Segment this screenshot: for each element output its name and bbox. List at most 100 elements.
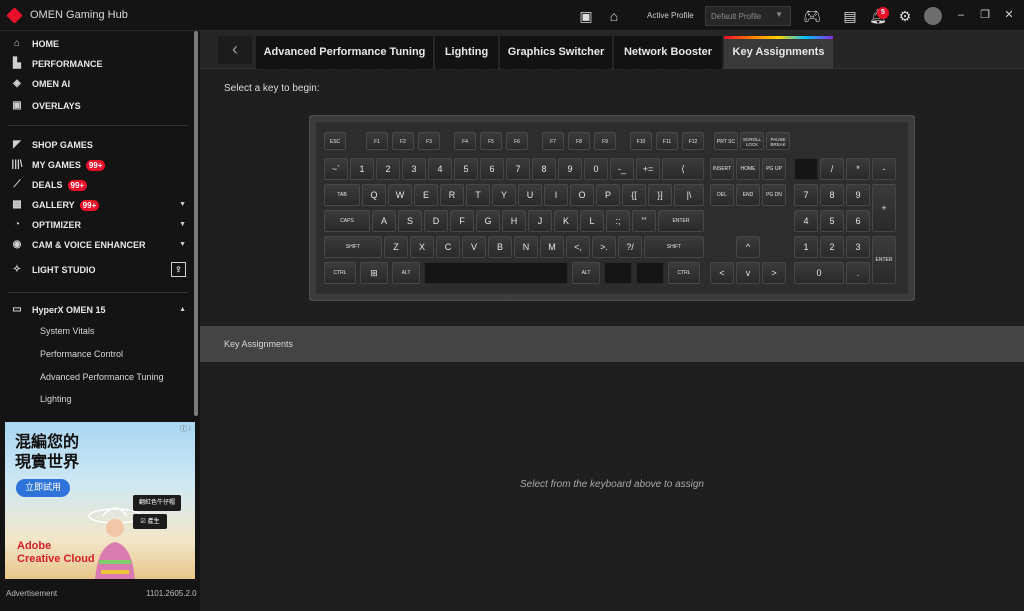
- key-pg-up[interactable]: PG UP: [762, 158, 786, 180]
- sidebar-item-deals[interactable]: ⟋ DEALS 99+: [10, 176, 190, 194]
- key-blank[interactable]: [636, 262, 664, 284]
- key-tab[interactable]: TAB: [324, 184, 360, 206]
- key-ctrl[interactable]: CTRL: [668, 262, 700, 284]
- sidebar-sub-lighting[interactable]: Lighting: [40, 394, 72, 404]
- key-4[interactable]: 4: [428, 158, 452, 180]
- key-0[interactable]: 0: [794, 262, 844, 284]
- restore-icon[interactable]: ❐: [977, 7, 993, 23]
- key--[interactable]: ^: [736, 236, 760, 258]
- key-f9[interactable]: F9: [594, 132, 616, 150]
- sidebar-device-hyperx[interactable]: ▭ HyperX OMEN 15 ▲: [10, 301, 190, 319]
- key-n[interactable]: N: [514, 236, 538, 258]
- key-alt[interactable]: ALT: [572, 262, 600, 284]
- key-v[interactable]: V: [462, 236, 486, 258]
- sidebar-item-shop-games[interactable]: ◤ SHOP GAMES: [10, 136, 190, 154]
- key--[interactable]: ~`: [324, 158, 348, 180]
- key-f12[interactable]: F12: [682, 132, 704, 150]
- key-7[interactable]: 7: [794, 184, 818, 206]
- key--[interactable]: /: [820, 158, 844, 180]
- gear-icon[interactable]: ⚙: [895, 6, 915, 26]
- sidebar-sub-performance-control[interactable]: Performance Control: [40, 349, 123, 359]
- key-pause-break[interactable]: PAUSE BREAK: [766, 132, 790, 150]
- sidebar-item-gallery[interactable]: ▩ GALLERY 99+ ▼: [10, 196, 190, 214]
- minimize-icon[interactable]: –: [953, 7, 969, 23]
- key-2[interactable]: 2: [820, 236, 844, 258]
- key-o[interactable]: O: [570, 184, 594, 206]
- key-f8[interactable]: F8: [568, 132, 590, 150]
- home-icon[interactable]: ⌂: [604, 6, 624, 26]
- key-blank[interactable]: [424, 262, 568, 284]
- key-ctrl[interactable]: CTRL: [324, 262, 356, 284]
- key-f4[interactable]: F4: [454, 132, 476, 150]
- key--[interactable]: .: [846, 262, 870, 284]
- key-f7[interactable]: F7: [542, 132, 564, 150]
- key--[interactable]: "': [632, 210, 656, 232]
- key-shift[interactable]: SHIFT: [644, 236, 704, 258]
- key--[interactable]: :;: [606, 210, 630, 232]
- key-u[interactable]: U: [518, 184, 542, 206]
- chevron-down-icon[interactable]: ▼: [179, 241, 186, 248]
- sidebar-scrollbar[interactable]: [194, 31, 198, 416]
- key-del[interactable]: DEL: [710, 184, 734, 206]
- key-f6[interactable]: F6: [506, 132, 528, 150]
- key-g[interactable]: G: [476, 210, 500, 232]
- key--[interactable]: -: [872, 158, 896, 180]
- key-t[interactable]: T: [466, 184, 490, 206]
- key-end[interactable]: END: [736, 184, 760, 206]
- key-b[interactable]: B: [488, 236, 512, 258]
- key-enter[interactable]: ENTER: [872, 236, 896, 284]
- key-f[interactable]: F: [450, 210, 474, 232]
- key-7[interactable]: 7: [506, 158, 530, 180]
- key--[interactable]: ⟨: [662, 158, 704, 180]
- key-y[interactable]: Y: [492, 184, 516, 206]
- sidebar-item-overlays[interactable]: ▣ OVERLAYS: [10, 97, 190, 115]
- key-pg-dn[interactable]: PG DN: [762, 184, 786, 206]
- key-6[interactable]: 6: [846, 210, 870, 232]
- sidebar-item-omen-ai[interactable]: ◈ OMEN AI: [10, 75, 190, 93]
- advertisement-banner[interactable]: 混編您的 現實世界 立即試用 翻紅色牛仔帽 ☑ 產生 Adobe Creativ…: [5, 422, 195, 579]
- key-2[interactable]: 2: [376, 158, 400, 180]
- key-9[interactable]: 9: [846, 184, 870, 206]
- back-button[interactable]: ‹: [218, 36, 252, 64]
- ad-info-icon[interactable]: ⓘ ⁝: [180, 424, 191, 434]
- key-x[interactable]: X: [410, 236, 434, 258]
- key-4[interactable]: 4: [794, 210, 818, 232]
- key-a[interactable]: A: [372, 210, 396, 232]
- key-z[interactable]: Z: [384, 236, 408, 258]
- key-insert[interactable]: INSERT: [710, 158, 734, 180]
- key-3[interactable]: 3: [846, 236, 870, 258]
- key--[interactable]: ?/: [618, 236, 642, 258]
- sidebar-item-optimizer[interactable]: ◔ OPTIMIZER ▼: [10, 216, 190, 234]
- key--[interactable]: ⊞: [360, 262, 388, 284]
- key--[interactable]: <: [710, 262, 734, 284]
- sidebar-sub-system-vitals[interactable]: System Vitals: [40, 326, 94, 336]
- key-8[interactable]: 8: [532, 158, 556, 180]
- key--[interactable]: >: [762, 262, 786, 284]
- tab-network-booster[interactable]: Network Booster: [614, 36, 722, 69]
- key--[interactable]: |\: [674, 184, 704, 206]
- key-5[interactable]: 5: [820, 210, 844, 232]
- key-e[interactable]: E: [414, 184, 438, 206]
- key-k[interactable]: K: [554, 210, 578, 232]
- key-f5[interactable]: F5: [480, 132, 502, 150]
- key-home[interactable]: HOME: [736, 158, 760, 180]
- key-blank[interactable]: [604, 262, 632, 284]
- chevron-down-icon[interactable]: ▼: [179, 221, 186, 228]
- key-c[interactable]: C: [436, 236, 460, 258]
- open-external-icon[interactable]: ⇪: [171, 262, 186, 277]
- key-9[interactable]: 9: [558, 158, 582, 180]
- key-alt[interactable]: ALT: [392, 262, 420, 284]
- key-caps[interactable]: CAPS: [324, 210, 370, 232]
- key-j[interactable]: J: [528, 210, 552, 232]
- library-icon[interactable]: ▣: [576, 6, 596, 26]
- key-enter[interactable]: ENTER: [658, 210, 704, 232]
- tab-advanced-performance-tuning[interactable]: Advanced Performance Tuning: [256, 36, 433, 69]
- key--[interactable]: >.: [592, 236, 616, 258]
- key-m[interactable]: M: [540, 236, 564, 258]
- key-w[interactable]: W: [388, 184, 412, 206]
- key-v[interactable]: v: [736, 262, 760, 284]
- close-icon[interactable]: ✕: [1001, 7, 1017, 23]
- key--[interactable]: }]: [648, 184, 672, 206]
- key-5[interactable]: 5: [454, 158, 478, 180]
- key--[interactable]: <,: [566, 236, 590, 258]
